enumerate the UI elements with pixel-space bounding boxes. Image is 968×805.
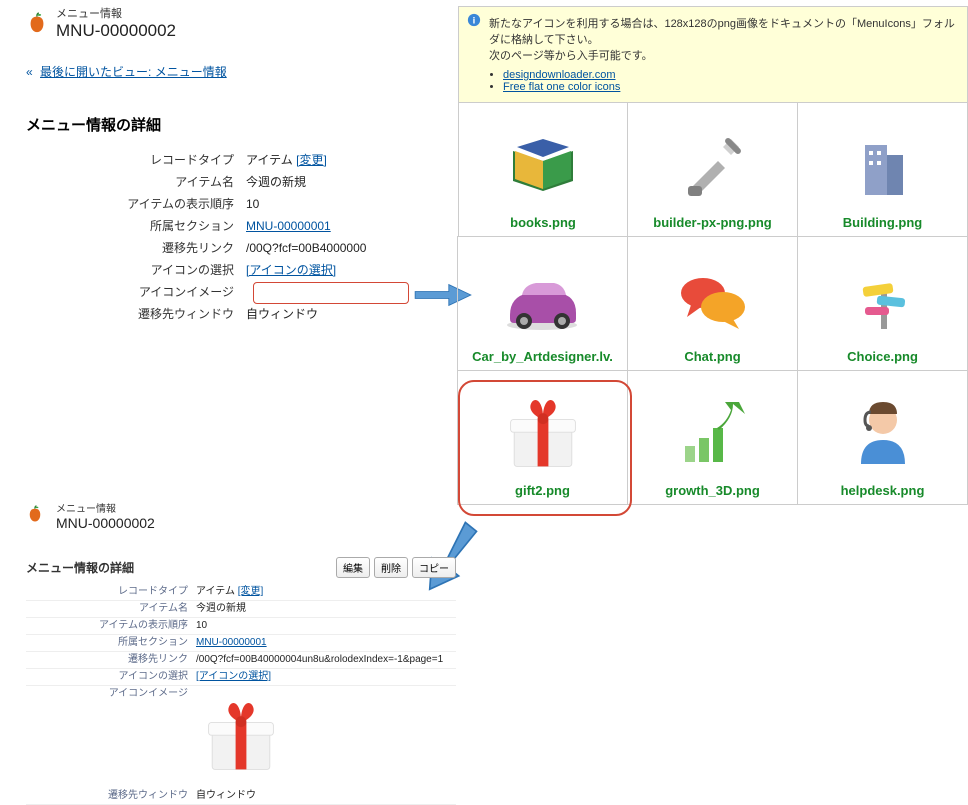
- icon-label: helpdesk.png: [841, 483, 925, 498]
- info-text-1: 新たなアイコンを利用する場合は、128x128のpng画像をドキュメントの「Me…: [489, 15, 955, 47]
- icon-select-highlight: [253, 282, 409, 304]
- icon-label: Car_by_Artdesigner.lv.: [472, 349, 613, 364]
- bottom-detail-table: レコードタイプ アイテム [変更] アイテム名 今週の新規 アイテムの表示順序 …: [26, 584, 456, 805]
- item-name-label: アイテム名: [26, 601, 196, 617]
- icon-image-label: アイコンイメージ: [26, 686, 196, 788]
- window-value: 自ウィンドウ: [196, 788, 456, 804]
- icon-label: Building.png: [843, 215, 922, 230]
- icon-label: gift2.png: [515, 483, 570, 498]
- icon-cell-chat[interactable]: Chat.png: [627, 236, 798, 371]
- record-type-label: レコードタイプ: [26, 149, 246, 171]
- window-label: 遷移先ウィンドウ: [26, 788, 196, 804]
- menu-id: MNU-00000002: [56, 515, 155, 531]
- icon-image-preview: [196, 686, 456, 788]
- item-name-label: アイテム名: [26, 171, 246, 193]
- menu-info-label: メニュー情報: [56, 5, 176, 21]
- menu-header-bottom: メニュー情報 MNU-00000002: [26, 500, 456, 531]
- icon-grid: books.png builder-px-png.png Building.pn…: [458, 103, 968, 505]
- info-box: i 新たなアイコンを利用する場合は、128x128のpng画像をドキュメントの「…: [458, 6, 968, 103]
- icon-cell-choice[interactable]: Choice.png: [797, 236, 968, 371]
- icon-cell-builder[interactable]: builder-px-png.png: [627, 102, 798, 237]
- building-icon: [838, 121, 928, 211]
- gift-icon: [498, 389, 588, 479]
- window-label: 遷移先ウィンドウ: [26, 303, 246, 325]
- display-order-label: アイテムの表示順序: [26, 193, 246, 215]
- growth-icon: [668, 389, 758, 479]
- window-value: 自ウィンドウ: [246, 303, 318, 325]
- change-link[interactable]: [変更]: [296, 153, 327, 167]
- result-panel: メニュー情報 MNU-00000002 メニュー情報の詳細 編集 削除 コピー …: [26, 500, 456, 805]
- info-link-2[interactable]: Free flat one color icons: [503, 81, 620, 93]
- icon-picker-panel: i 新たなアイコンを利用する場合は、128x128のpng画像をドキュメントの「…: [458, 6, 968, 505]
- svg-text:i: i: [473, 16, 476, 27]
- link-label: 遷移先リンク: [26, 652, 196, 668]
- record-type-label: レコードタイプ: [26, 584, 196, 600]
- section-link[interactable]: MNU-00000001: [196, 637, 267, 648]
- section-title: メニュー情報の詳細: [26, 559, 134, 576]
- edit-button[interactable]: 編集: [336, 557, 370, 578]
- chat-icon: [668, 255, 758, 345]
- copy-button[interactable]: コピー: [412, 557, 456, 578]
- change-link[interactable]: [変更]: [238, 586, 264, 597]
- info-text-2: 次のページ等から入手可能です。: [489, 47, 955, 63]
- section-label: 所属セクション: [26, 215, 246, 237]
- icon-cell-helpdesk[interactable]: helpdesk.png: [797, 370, 968, 505]
- apple-icon: [26, 505, 48, 527]
- breadcrumb-link[interactable]: 最後に開いたビュー: メニュー情報: [40, 65, 227, 79]
- delete-button[interactable]: 削除: [374, 557, 408, 578]
- info-link-1[interactable]: designdownloader.com: [503, 69, 616, 81]
- icon-image-label: アイコンイメージ: [26, 281, 246, 303]
- record-type-value: アイテム [変更]: [246, 149, 327, 171]
- menu-info-label: メニュー情報: [56, 500, 155, 515]
- icon-cell-gift[interactable]: gift2.png: [457, 370, 628, 505]
- icon-select-link[interactable]: [アイコンの選択]: [196, 671, 271, 682]
- apple-icon: [26, 12, 48, 34]
- section-label: 所属セクション: [26, 635, 196, 651]
- info-icon: i: [467, 13, 481, 27]
- icon-label: books.png: [510, 215, 576, 230]
- icon-label: growth_3D.png: [665, 483, 760, 498]
- icon-label: Chat.png: [684, 349, 740, 364]
- display-order-label: アイテムの表示順序: [26, 618, 196, 634]
- menu-header: メニュー情報 MNU-00000002: [26, 5, 456, 41]
- icon-select-label: アイコンの選択: [26, 259, 246, 281]
- icon-select-label: アイコンの選択: [26, 669, 196, 685]
- menu-info-panel: メニュー情報 MNU-00000002 « 最後に開いたビュー: メニュー情報 …: [26, 5, 456, 325]
- link-value: /00Q?fcf=00B4000000: [246, 237, 366, 259]
- item-name-value: 今週の新規: [246, 171, 306, 193]
- link-value: /00Q?fcf=00B40000004un8u&rolodexIndex=-1…: [196, 652, 456, 668]
- link-label: 遷移先リンク: [26, 237, 246, 259]
- helpdesk-icon: [838, 389, 928, 479]
- section-link[interactable]: MNU-00000001: [246, 219, 331, 233]
- display-order-value: 10: [246, 193, 259, 215]
- icon-label: Choice.png: [847, 349, 918, 364]
- breadcrumb[interactable]: « 最後に開いたビュー: メニュー情報: [26, 63, 456, 80]
- books-icon: [498, 121, 588, 211]
- display-order-value: 10: [196, 618, 456, 634]
- icon-cell-building[interactable]: Building.png: [797, 102, 968, 237]
- icon-cell-growth[interactable]: growth_3D.png: [627, 370, 798, 505]
- icon-select-link[interactable]: [アイコンの選択]: [246, 263, 336, 277]
- icon-cell-car[interactable]: Car_by_Artdesigner.lv.: [457, 236, 628, 371]
- builder-icon: [668, 121, 758, 211]
- section-title: メニュー情報の詳細: [26, 114, 456, 135]
- icon-cell-books[interactable]: books.png: [458, 102, 628, 237]
- item-name-value: 今週の新規: [196, 601, 456, 617]
- choice-icon: [838, 255, 928, 345]
- icon-label: builder-px-png.png: [653, 215, 771, 230]
- menu-id: MNU-00000002: [56, 21, 176, 41]
- chevron-left-icon: «: [26, 65, 33, 79]
- car-icon: [498, 255, 588, 345]
